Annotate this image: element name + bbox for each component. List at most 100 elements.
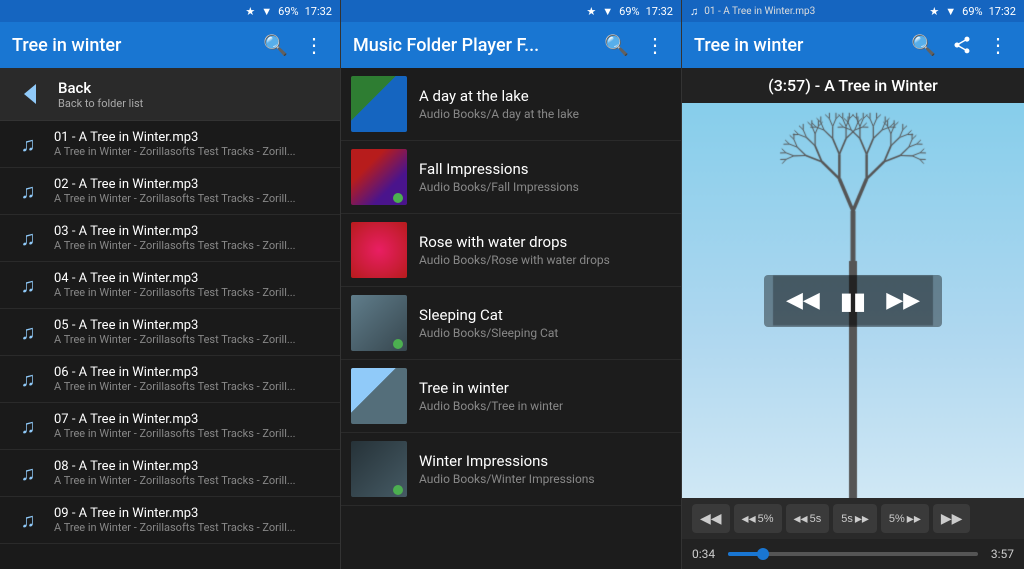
folder-info: Fall Impressions Audio Books/Fall Impres… bbox=[419, 160, 579, 194]
forward-5s-button[interactable]: 5s ▸▸ bbox=[833, 504, 877, 533]
more-options-icon-panel2[interactable]: ⋮ bbox=[641, 29, 669, 61]
back-subtitle: Back to folder list bbox=[58, 97, 143, 110]
file-name: 06 - A Tree in Winter.mp3 bbox=[54, 365, 296, 380]
file-item[interactable]: ♫ 01 - A Tree in Winter.mp3 A Tree in Wi… bbox=[0, 121, 340, 168]
rewind-5pct-label: 5% bbox=[758, 513, 774, 525]
rewind-5pct-button[interactable]: ◂◂ 5% bbox=[734, 504, 782, 533]
folder-item[interactable]: Fall Impressions Audio Books/Fall Impres… bbox=[341, 141, 681, 214]
progress-thumb[interactable] bbox=[757, 548, 769, 560]
folder-path: Audio Books/Sleeping Cat bbox=[419, 326, 558, 340]
prev-track-button[interactable]: ◀◀ bbox=[776, 282, 830, 319]
music-note-icon: ♫ bbox=[12, 504, 44, 536]
folder-info: Tree in winter Audio Books/Tree in winte… bbox=[419, 379, 563, 413]
folder-info: Rose with water drops Audio Books/Rose w… bbox=[419, 233, 610, 267]
folder-path: Audio Books/Fall Impressions bbox=[419, 180, 579, 194]
bluetooth-icon: ★ bbox=[245, 5, 255, 18]
folder-item[interactable]: Winter Impressions Audio Books/Winter Im… bbox=[341, 433, 681, 506]
status-bar-panel1: ★ ▼ 69% 17:32 bbox=[0, 0, 340, 22]
forward-5pct-button[interactable]: 5% ▸▸ bbox=[881, 504, 929, 533]
music-note-icon: ♫ bbox=[12, 222, 44, 254]
folder-item[interactable]: A day at the lake Audio Books/A day at t… bbox=[341, 68, 681, 141]
folder-thumbnail bbox=[351, 368, 407, 424]
music-note-icon: ♫ bbox=[12, 269, 44, 301]
search-icon-panel1[interactable]: 🔍 bbox=[259, 29, 292, 61]
file-subtitle: A Tree in Winter - Zorillasofts Test Tra… bbox=[54, 145, 296, 158]
player-title: (3:57) - A Tree in Winter bbox=[768, 76, 938, 95]
bluetooth-icon-p2: ★ bbox=[586, 5, 596, 18]
forward-all-icon: ▶▶ bbox=[941, 510, 963, 527]
folder-item[interactable]: Tree in winter Audio Books/Tree in winte… bbox=[341, 360, 681, 433]
appbar-panel1: Tree in winter 🔍 ⋮ bbox=[0, 22, 340, 68]
file-item[interactable]: ♫ 03 - A Tree in Winter.mp3 A Tree in Wi… bbox=[0, 215, 340, 262]
file-subtitle: A Tree in Winter - Zorillasofts Test Tra… bbox=[54, 333, 296, 346]
music-file-list: ♫ 01 - A Tree in Winter.mp3 A Tree in Wi… bbox=[0, 121, 340, 569]
forward-all-button[interactable]: ▶▶ bbox=[933, 504, 971, 533]
more-options-icon-panel1[interactable]: ⋮ bbox=[300, 29, 328, 61]
file-item[interactable]: ♫ 09 - A Tree in Winter.mp3 A Tree in Wi… bbox=[0, 497, 340, 544]
rewind-5pct-icon: ◂◂ bbox=[742, 510, 756, 527]
rewind-5s-button[interactable]: ◂◂ 5s bbox=[786, 504, 830, 533]
file-info: 01 - A Tree in Winter.mp3 A Tree in Wint… bbox=[54, 130, 296, 158]
time-panel1: 17:32 bbox=[305, 5, 332, 18]
file-info: 03 - A Tree in Winter.mp3 A Tree in Wint… bbox=[54, 224, 296, 252]
share-icon-panel3[interactable] bbox=[948, 31, 976, 59]
file-subtitle: A Tree in Winter - Zorillasofts Test Tra… bbox=[54, 286, 296, 299]
file-name: 05 - A Tree in Winter.mp3 bbox=[54, 318, 296, 333]
wifi-icon-p3: ▼ bbox=[945, 5, 956, 18]
file-item[interactable]: ♫ 04 - A Tree in Winter.mp3 A Tree in Wi… bbox=[0, 262, 340, 309]
music-note-icon: ♫ bbox=[12, 410, 44, 442]
folder-name: Rose with water drops bbox=[419, 233, 610, 251]
search-icon-panel3[interactable]: 🔍 bbox=[907, 29, 940, 61]
file-item[interactable]: ♫ 08 - A Tree in Winter.mp3 A Tree in Wi… bbox=[0, 450, 340, 497]
notification-icon: ♫ bbox=[690, 5, 698, 18]
file-name: 02 - A Tree in Winter.mp3 bbox=[54, 177, 296, 192]
seek-controls: ◀◀ ◂◂ 5% ◂◂ 5s 5s ▸▸ 5% ▸▸ ▶▶ bbox=[682, 498, 1024, 539]
next-track-button[interactable]: ▶▶ bbox=[876, 282, 930, 319]
file-info: 08 - A Tree in Winter.mp3 A Tree in Wint… bbox=[54, 459, 296, 487]
file-item[interactable]: ♫ 02 - A Tree in Winter.mp3 A Tree in Wi… bbox=[0, 168, 340, 215]
file-info: 06 - A Tree in Winter.mp3 A Tree in Wint… bbox=[54, 365, 296, 393]
file-name: 01 - A Tree in Winter.mp3 bbox=[54, 130, 296, 145]
forward-5s-icon: ▸▸ bbox=[855, 510, 869, 527]
notification-text: 01 - A Tree in Winter.mp3 bbox=[704, 6, 815, 17]
folder-item[interactable]: Rose with water drops Audio Books/Rose w… bbox=[341, 214, 681, 287]
status-bar-panel3: ♫ 01 - A Tree in Winter.mp3 ★ ▼ 69% 17:3… bbox=[682, 0, 1024, 22]
file-list-panel: ★ ▼ 69% 17:32 Tree in winter 🔍 ⋮ Back Ba… bbox=[0, 0, 340, 569]
player-title-section: (3:57) - A Tree in Winter bbox=[682, 68, 1024, 103]
folder-item[interactable]: Sleeping Cat Audio Books/Sleeping Cat bbox=[341, 287, 681, 360]
folder-info: Sleeping Cat Audio Books/Sleeping Cat bbox=[419, 306, 558, 340]
file-info: 07 - A Tree in Winter.mp3 A Tree in Wint… bbox=[54, 412, 296, 440]
rewind-5s-label: 5s bbox=[810, 513, 822, 525]
file-item[interactable]: ♫ 07 - A Tree in Winter.mp3 A Tree in Wi… bbox=[0, 403, 340, 450]
wifi-icon-p2: ▼ bbox=[602, 5, 613, 18]
time-panel2: 17:32 bbox=[646, 5, 673, 18]
more-options-icon-panel3[interactable]: ⋮ bbox=[984, 29, 1012, 61]
file-subtitle: A Tree in Winter - Zorillasofts Test Tra… bbox=[54, 474, 296, 487]
folder-info: Winter Impressions Audio Books/Winter Im… bbox=[419, 452, 595, 486]
transport-controls: ◀◀ ▮▮ ▶▶ bbox=[764, 275, 942, 327]
folder-list-panel: ★ ▼ 69% 17:32 Music Folder Player F... 🔍… bbox=[340, 0, 682, 569]
playback-overlay: ◀◀ ▮▮ ▶▶ bbox=[682, 103, 1024, 498]
rewind-5s-icon: ◂◂ bbox=[794, 510, 808, 527]
battery-level-p2: 69% bbox=[619, 5, 639, 18]
player-artwork: ◀◀ ▮▮ ▶▶ bbox=[682, 103, 1024, 498]
wifi-icon: ▼ bbox=[261, 5, 272, 18]
rewind-all-button[interactable]: ◀◀ bbox=[692, 504, 730, 533]
file-name: 08 - A Tree in Winter.mp3 bbox=[54, 459, 296, 474]
search-icon-panel2[interactable]: 🔍 bbox=[600, 29, 633, 61]
file-subtitle: A Tree in Winter - Zorillasofts Test Tra… bbox=[54, 192, 296, 205]
appbar-title-panel1: Tree in winter bbox=[12, 35, 251, 56]
playing-indicator bbox=[393, 485, 403, 495]
pause-button[interactable]: ▮▮ bbox=[830, 281, 876, 321]
back-button[interactable]: Back Back to folder list bbox=[0, 68, 340, 121]
battery-level-p3: 69% bbox=[962, 5, 982, 18]
total-time: 3:57 bbox=[986, 547, 1014, 561]
music-note-icon: ♫ bbox=[12, 316, 44, 348]
progress-bar[interactable] bbox=[728, 552, 978, 556]
file-item[interactable]: ♫ 05 - A Tree in Winter.mp3 A Tree in Wi… bbox=[0, 309, 340, 356]
folder-thumbnail bbox=[351, 222, 407, 278]
file-item[interactable]: ♫ 06 - A Tree in Winter.mp3 A Tree in Wi… bbox=[0, 356, 340, 403]
status-bar-panel2: ★ ▼ 69% 17:32 bbox=[341, 0, 681, 22]
forward-5pct-label: 5% bbox=[889, 513, 905, 525]
file-info: 04 - A Tree in Winter.mp3 A Tree in Wint… bbox=[54, 271, 296, 299]
